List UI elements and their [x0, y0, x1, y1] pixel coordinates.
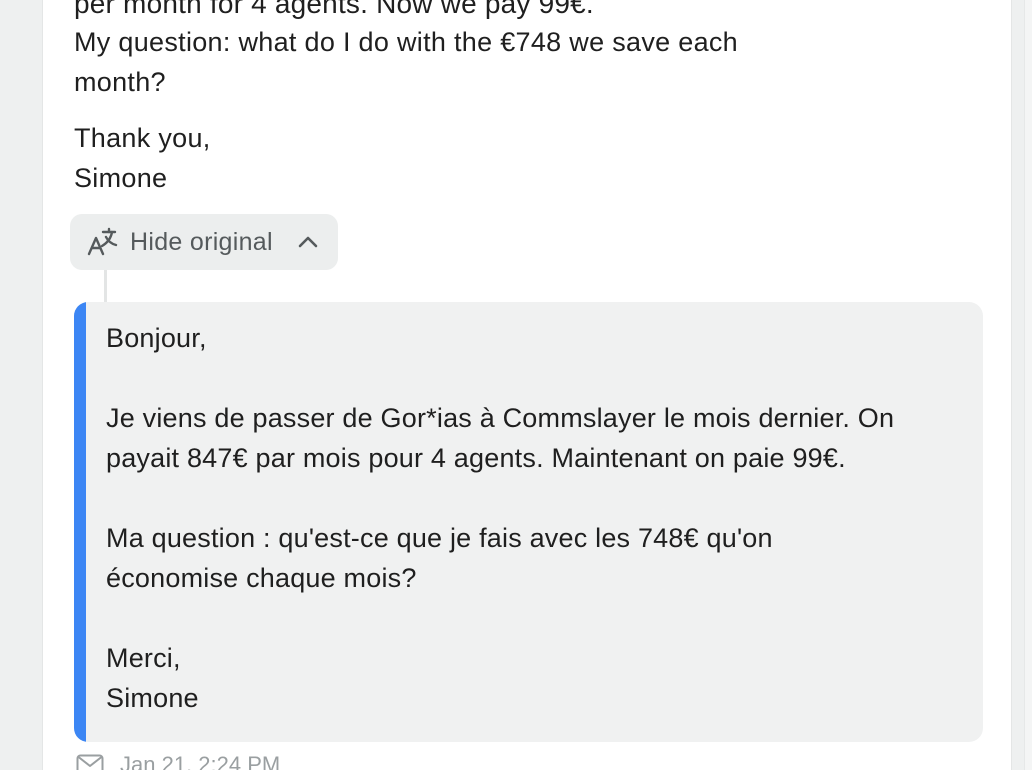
translated-signoff: Thank you, Simone [74, 118, 864, 198]
message-timestamp: Jan 21, 2:24 PM [120, 752, 281, 770]
original-message-body: Bonjour, Je viens de passer de Gor*ias à… [106, 318, 966, 718]
original-para2-line1: Ma question : qu'est-ce que je fais avec… [106, 523, 773, 553]
translated-question-line1: My question: what do I do with the €748 … [74, 27, 738, 57]
hide-original-label: Hide original [130, 227, 273, 256]
original-para1-line2: payait 847€ par mois pour 4 agents. Main… [106, 443, 846, 473]
chevron-up-icon [298, 236, 318, 248]
translated-question: My question: what do I do with the €748 … [74, 22, 864, 102]
translate-icon [87, 227, 118, 256]
hide-original-button[interactable]: Hide original [70, 214, 338, 270]
original-para2-line2: économise chaque mois? [106, 563, 417, 593]
original-signature: Simone [106, 683, 199, 713]
original-para1-line1: Je viens de passer de Gor*ias à Commslay… [106, 403, 895, 433]
original-accent-bar [74, 302, 86, 742]
translated-message: My question: what do I do with the €748 … [74, 22, 864, 214]
thread-connector [104, 270, 107, 302]
scroll-edge [1024, 0, 1032, 770]
original-closing: Merci, [106, 643, 181, 673]
original-greeting: Bonjour, [106, 323, 207, 353]
message-footer: Jan 21, 2:24 PM [76, 752, 280, 770]
mail-icon [76, 754, 104, 770]
translated-signature: Simone [74, 163, 168, 193]
original-message: Bonjour, Je viens de passer de Gor*ias à… [74, 302, 983, 742]
translated-closing: Thank you, [74, 123, 211, 153]
translated-question-line2: month? [74, 67, 166, 97]
message-clipped-line: per month for 4 agents. Now we pay 99€. [74, 0, 594, 19]
conversation-view: per month for 4 agents. Now we pay 99€. … [0, 0, 1032, 770]
